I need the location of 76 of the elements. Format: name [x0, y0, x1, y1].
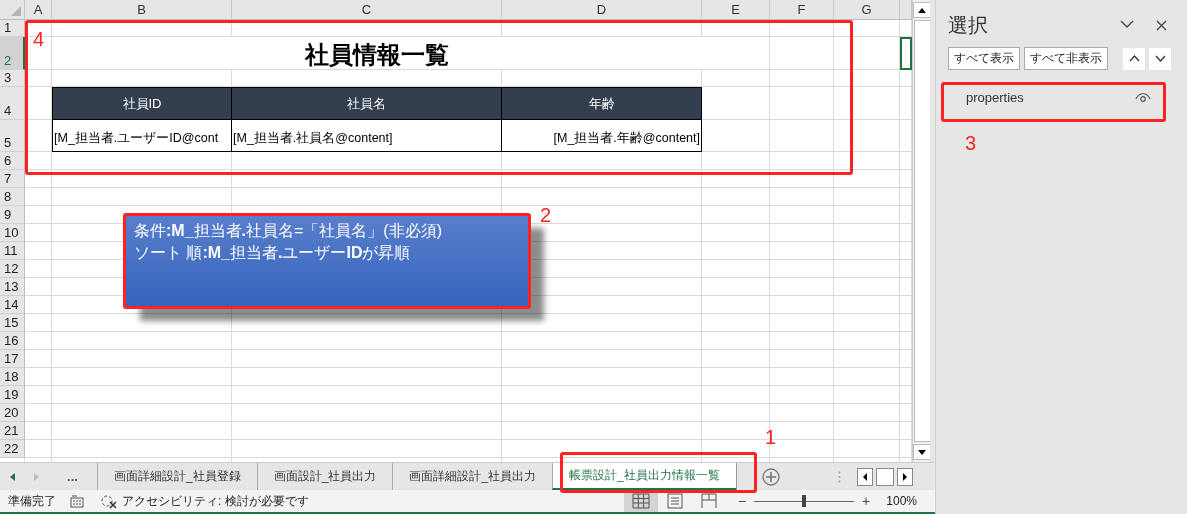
chevron-up-icon[interactable]: [1128, 55, 1140, 62]
row-header[interactable]: 19: [0, 386, 25, 404]
table-cell: [M_担当者.社員名@content]: [232, 120, 502, 152]
triangle-down-icon[interactable]: [918, 449, 926, 455]
column-header[interactable]: F: [770, 0, 834, 20]
scroll-left-button[interactable]: [857, 467, 873, 486]
row-header[interactable]: 9: [0, 206, 25, 224]
page-icon: [666, 493, 683, 509]
scroll-down-button[interactable]: [913, 444, 931, 460]
zoom-out-button[interactable]: −: [733, 493, 751, 509]
row-header[interactable]: 13: [0, 278, 25, 296]
more-tabs[interactable]: ...: [48, 469, 97, 484]
eye-icon[interactable]: [1135, 91, 1151, 103]
tab-prev-icon[interactable]: [9, 472, 15, 481]
pane-button[interactable]: すべて非表示: [1024, 47, 1108, 70]
annotation-number: 3: [965, 132, 977, 155]
annotation-number: 4: [33, 28, 45, 51]
triangle-right-icon[interactable]: [903, 472, 907, 481]
row-header[interactable]: 6: [0, 152, 25, 170]
pane-title: 選択: [948, 13, 988, 38]
scroll-right-button[interactable]: [897, 467, 913, 486]
row-header[interactable]: 16: [0, 332, 25, 350]
pane-button[interactable]: すべて表示: [948, 47, 1020, 70]
table-header-cell: 社員名: [232, 87, 502, 120]
sheet-tab[interactable]: 帳票設計_社員出力情報一覧: [552, 462, 736, 490]
move-down-button[interactable]: [1149, 47, 1171, 70]
zoom-in-button[interactable]: +: [858, 493, 875, 509]
annotation-number: 1: [765, 426, 777, 449]
row-header[interactable]: 3: [0, 70, 25, 87]
status-text: 準備完了: [7, 492, 57, 510]
shape-text: 条件:M_担当者.社員名=「社員名」(非必須): [134, 221, 443, 241]
selected-cell[interactable]: [900, 37, 912, 70]
object-name[interactable]: properties: [966, 89, 1024, 105]
column-header[interactable]: C: [232, 0, 502, 20]
column-header[interactable]: B: [52, 0, 232, 20]
close-icon[interactable]: [1156, 20, 1167, 31]
grid-icon: [631, 493, 650, 509]
scrollbar-thumb[interactable]: [876, 467, 894, 486]
row-header[interactable]: 4: [0, 87, 25, 120]
column-header[interactable]: A: [25, 0, 52, 20]
row-header[interactable]: 22: [0, 440, 25, 458]
add-sheet-icon[interactable]: [761, 467, 780, 486]
accessibility-icon[interactable]: [100, 493, 118, 509]
column-header[interactable]: D: [502, 0, 702, 20]
row-header[interactable]: 17: [0, 350, 25, 368]
row-header[interactable]: 7: [0, 170, 25, 188]
row-header[interactable]: 8: [0, 188, 25, 206]
row-header[interactable]: 12: [0, 260, 25, 278]
scroll-up-button[interactable]: [913, 2, 931, 18]
column-header[interactable]: G: [834, 0, 900, 20]
row-header[interactable]: 21: [0, 422, 25, 440]
row-header[interactable]: 10: [0, 224, 25, 242]
table-cell: [M_担当者.ユーザーID@cont: [52, 120, 232, 152]
row-header[interactable]: 14: [0, 296, 25, 314]
triangle-up-icon[interactable]: [918, 7, 926, 13]
slider-thumb[interactable]: [802, 495, 807, 507]
row-header[interactable]: 5: [0, 120, 25, 152]
table-cell: [M_担当者.年齢@content]: [502, 120, 702, 152]
move-up-button[interactable]: [1123, 47, 1145, 70]
shape-text: ソート 順:M_担当者.ユーザーIDが昇順: [134, 243, 412, 263]
column-header[interactable]: E: [702, 0, 770, 20]
table-header-cell: 社員ID: [52, 87, 232, 120]
chevron-down-icon[interactable]: [1154, 55, 1166, 62]
row-header[interactable]: 15: [0, 314, 25, 332]
row-header[interactable]: 20: [0, 404, 25, 422]
row-header[interactable]: 2: [0, 37, 25, 70]
row-header[interactable]: 11: [0, 242, 25, 260]
row-header[interactable]: 18: [0, 368, 25, 386]
chevron-down-icon[interactable]: [1120, 20, 1134, 29]
row-header[interactable]: 1: [0, 20, 25, 37]
accessibility-status[interactable]: アクセシビリティ: 検討が必要です: [122, 492, 309, 510]
zoom-level[interactable]: 100%: [886, 494, 917, 508]
page-break-icon: [700, 493, 717, 509]
table-header-cell: 年齢: [502, 87, 702, 120]
triangle-left-icon[interactable]: [863, 472, 867, 481]
annotation-number: 2: [540, 204, 552, 227]
